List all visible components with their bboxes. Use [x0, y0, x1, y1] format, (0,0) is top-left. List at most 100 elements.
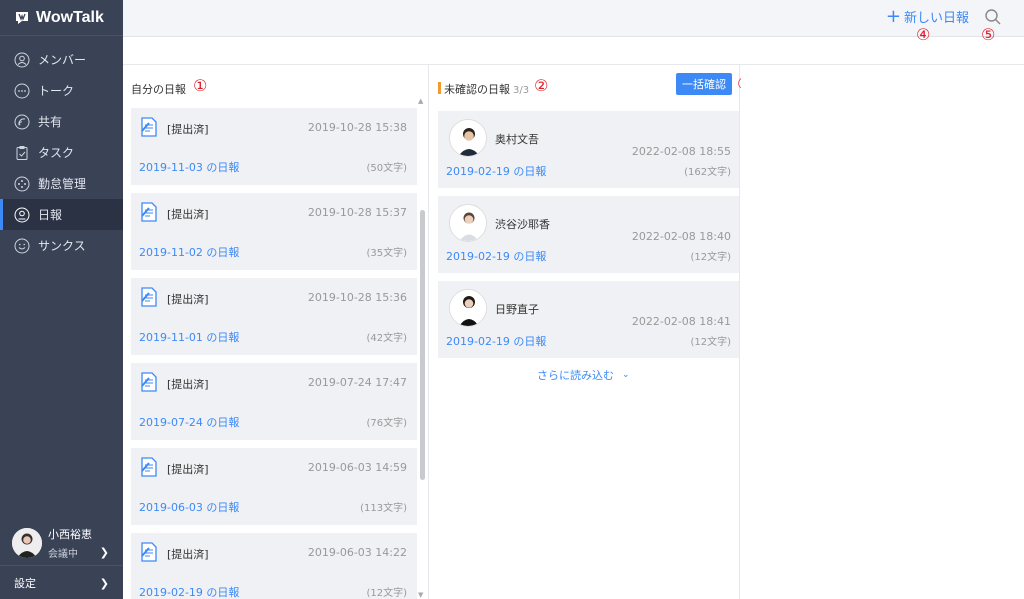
unconfirmed-card[interactable]: 日野直子 2022-02-08 18:41 2019-02-19 の日報 (12…: [438, 281, 739, 358]
callout-5: ⑤: [981, 25, 996, 44]
report-status: [提出済]: [167, 123, 209, 136]
report-date: 2019-10-28 15:37: [307, 206, 407, 219]
wowtalk-logo-icon: [16, 11, 28, 24]
chevron-right-icon: ❯: [99, 576, 109, 590]
report-link[interactable]: 2019-06-03 の日報: [139, 499, 239, 515]
load-more-button[interactable]: さらに読み込む ⌄: [537, 367, 630, 383]
member-name: 奥村文吾: [495, 133, 539, 146]
chevron-down-icon: ⌄: [622, 370, 630, 380]
current-user[interactable]: 小西裕恵 会議中 ❯: [0, 520, 123, 566]
sidebar-item-label: メンバー: [38, 53, 87, 67]
avatar: [12, 527, 42, 558]
sidebar-item-daily-report[interactable]: 日報: [0, 199, 123, 230]
unconfirmed-reports-column: 未確認の日報3/3 ② 一括確認 ③ 奥村文吾 2022-02-08 18:55…: [430, 65, 751, 599]
new-report-button[interactable]: + 新しい日報: [886, 7, 969, 26]
report-date: 2019-06-03 14:59: [307, 461, 407, 474]
sidebar-item-thanks[interactable]: サンクス: [0, 230, 123, 261]
user-name: 小西裕恵: [48, 527, 92, 541]
report-card[interactable]: [提出済] 2019-06-03 14:59 2019-06-03 の日報 (1…: [131, 448, 417, 525]
unconfirmed-title: 未確認の日報 3/3: [438, 81, 529, 97]
report-link[interactable]: 2019-11-03 の日報: [139, 159, 239, 175]
sidebar-item-talk[interactable]: トーク: [0, 75, 123, 106]
talk-icon: [14, 83, 30, 98]
report-chars: (76文字): [366, 418, 407, 429]
report-date: 2022-02-08 18:41: [631, 315, 731, 328]
report-link[interactable]: 2019-11-02 の日報: [139, 244, 239, 260]
sub-bar: [123, 37, 1024, 65]
document-icon: [141, 542, 157, 562]
sidebar-item-label: トーク: [38, 84, 75, 98]
settings-label: 設定: [14, 577, 36, 590]
sidebar-item-label: 勤怠管理: [38, 177, 87, 191]
report-chars: (113文字): [360, 503, 407, 514]
unconfirmed-card[interactable]: 渋谷沙耶香 2022-02-08 18:40 2019-02-19 の日報 (1…: [438, 196, 739, 273]
search-icon[interactable]: [984, 8, 1002, 26]
report-status: [提出済]: [167, 293, 209, 306]
member-name: 日野直子: [495, 303, 539, 316]
unconfirmed-card[interactable]: 奥村文吾 2022-02-08 18:55 2019-02-19 の日報 (16…: [438, 111, 739, 188]
bulk-confirm-button[interactable]: 一括確認: [676, 73, 732, 95]
document-icon: [141, 202, 157, 222]
sidebar-item-member[interactable]: メンバー: [0, 44, 123, 75]
callout-4: ④: [916, 25, 931, 44]
callout-1: ①: [193, 76, 208, 95]
sidebar-item-label: タスク: [38, 146, 75, 160]
report-status: [提出済]: [167, 463, 209, 476]
report-chars: (35文字): [366, 248, 407, 259]
app-logo[interactable]: WowTalk: [0, 0, 123, 36]
report-card[interactable]: [提出済] 2019-07-24 17:47 2019-07-24 の日報 (7…: [131, 363, 417, 440]
daily-report-icon: [14, 207, 30, 222]
attendance-icon: [14, 176, 30, 191]
report-link[interactable]: 2019-02-19 の日報: [446, 248, 546, 264]
report-card[interactable]: [提出済] 2019-10-28 15:38 2019-11-03 の日報 (5…: [131, 108, 417, 185]
my-reports-title: 自分の日報: [131, 83, 186, 96]
share-icon: [14, 114, 30, 129]
member-name: 渋谷沙耶香: [495, 218, 550, 231]
sidebar-item-label: 共有: [38, 115, 63, 129]
report-link[interactable]: 2019-02-19 の日報: [446, 163, 546, 179]
sidebar-nav: メンバー トーク 共有 タスク 勤怠管理 日報 サンクス: [0, 36, 123, 261]
settings-item[interactable]: 設定 ❯: [0, 570, 123, 596]
avatar: [449, 204, 487, 242]
report-chars: (162文字): [684, 167, 731, 178]
avatar: [449, 289, 487, 327]
report-chars: (42文字): [366, 333, 407, 344]
task-icon: [16, 145, 28, 160]
thanks-icon: [14, 238, 30, 253]
report-link[interactable]: 2019-07-24 の日報: [139, 414, 239, 430]
report-link[interactable]: 2019-02-19 の日報: [446, 333, 546, 349]
sidebar-item-label: 日報: [38, 208, 63, 222]
report-link[interactable]: 2019-02-19 の日報: [139, 584, 239, 599]
document-icon: [141, 287, 157, 307]
report-date: 2022-02-08 18:55: [631, 145, 731, 158]
scrollbar-thumb[interactable]: [420, 210, 425, 480]
document-icon: [141, 457, 157, 477]
plus-icon: +: [885, 5, 901, 27]
document-icon: [141, 117, 157, 137]
sidebar: WowTalk メンバー トーク 共有 タスク 勤怠管理 日報 サンクス 小西裕…: [0, 0, 123, 599]
report-date: 2019-06-03 14:22: [307, 546, 407, 559]
report-chars: (12文字): [690, 337, 731, 348]
report-chars: (12文字): [366, 588, 407, 599]
report-status: [提出済]: [167, 378, 209, 391]
report-link[interactable]: 2019-11-01 の日報: [139, 329, 239, 345]
report-status: [提出済]: [167, 548, 209, 561]
user-status: 会議中: [48, 548, 78, 560]
report-chars: (50文字): [366, 163, 407, 174]
report-date: 2019-10-28 15:38: [307, 121, 407, 134]
unconfirmed-count: 3/3: [513, 85, 530, 96]
report-card[interactable]: [提出済] 2019-10-28 15:36 2019-11-01 の日報 (4…: [131, 278, 417, 355]
report-card[interactable]: [提出済] 2019-10-28 15:37 2019-11-02 の日報 (3…: [131, 193, 417, 270]
sidebar-item-attendance[interactable]: 勤怠管理: [0, 168, 123, 199]
sidebar-item-task[interactable]: タスク: [0, 137, 123, 168]
report-chars: (12文字): [690, 252, 731, 263]
sidebar-item-share[interactable]: 共有: [0, 106, 123, 137]
report-date: 2019-10-28 15:36: [307, 291, 407, 304]
scroll-up-arrow[interactable]: ▲: [418, 97, 423, 105]
avatar: [449, 119, 487, 157]
top-bar: + 新しい日報: [123, 0, 1024, 37]
callout-2: ②: [534, 76, 549, 95]
report-date: 2019-07-24 17:47: [307, 376, 407, 389]
scroll-down-arrow[interactable]: ▼: [418, 591, 423, 599]
report-card[interactable]: [提出済] 2019-06-03 14:22 2019-02-19 の日報 (1…: [131, 533, 417, 599]
